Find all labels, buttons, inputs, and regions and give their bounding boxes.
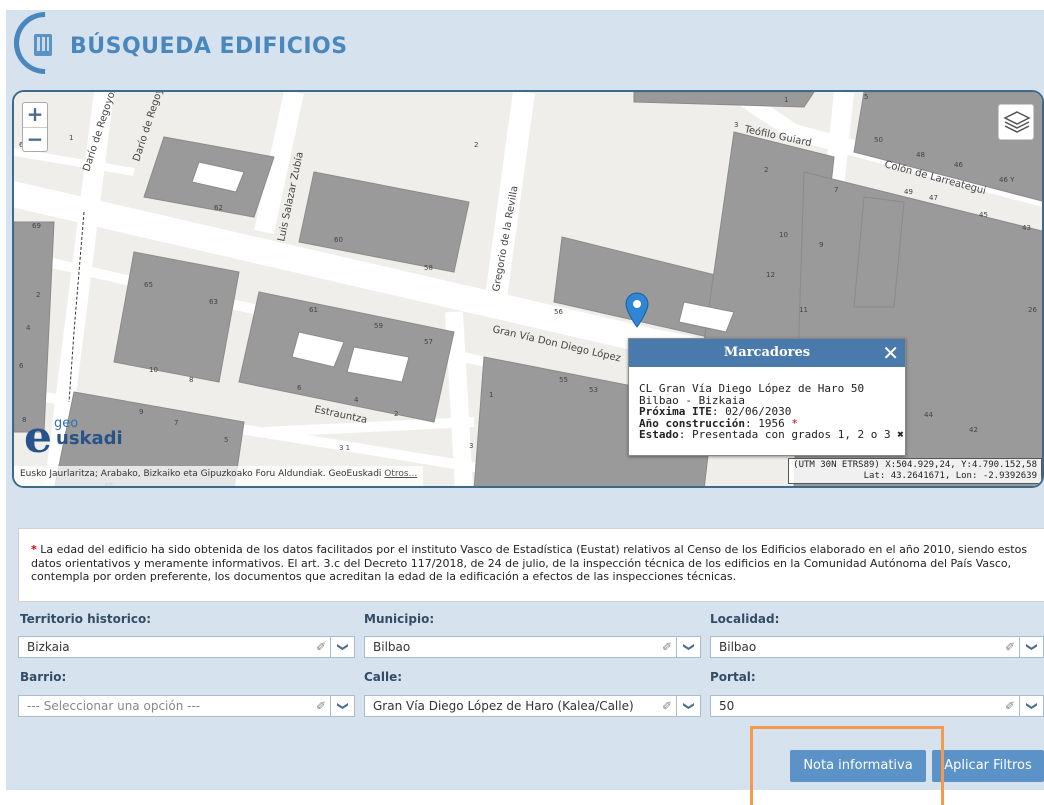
- coordinates-readout: (UTM 30N ETRS89) X:504.929,24, Y:4.790.1…: [788, 458, 1042, 484]
- svg-text:65: 65: [144, 281, 153, 289]
- svg-text:2: 2: [394, 410, 398, 418]
- svg-text:9: 9: [819, 241, 823, 249]
- svg-text:4: 4: [26, 324, 31, 332]
- svg-text:8: 8: [189, 376, 193, 384]
- eraser-icon[interactable]: ✐: [1005, 699, 1015, 713]
- svg-text:7: 7: [834, 186, 838, 194]
- eraser-icon[interactable]: ✐: [316, 699, 326, 713]
- popup-address: CL Gran Vía Diego López de Haro 50: [639, 382, 865, 395]
- svg-text:46: 46: [954, 161, 963, 169]
- svg-text:44: 44: [924, 411, 933, 419]
- svg-text:3: 3: [734, 121, 738, 129]
- svg-text:45: 45: [979, 211, 988, 219]
- municipio-select[interactable]: Bilbao ✐ ❯: [364, 636, 701, 658]
- popup-header: Marcadores ✕: [629, 339, 905, 367]
- chevron-down-icon[interactable]: ❯: [330, 696, 354, 716]
- popup-content: CL Gran Vía Diego López de Haro 50 Bilba…: [629, 367, 905, 447]
- close-icon[interactable]: ✕: [882, 339, 899, 367]
- svg-text:58: 58: [424, 264, 433, 272]
- svg-text:3: 3: [469, 442, 473, 450]
- building-icon: [34, 34, 52, 56]
- zoom-controls: + −: [22, 102, 48, 152]
- svg-text:63: 63: [209, 298, 218, 306]
- chevron-down-icon[interactable]: ❯: [1019, 637, 1043, 657]
- map-attribution: Eusko Jaurlaritza; Arabako, Bizkaiko eta…: [14, 466, 424, 486]
- barrio-select[interactable]: --- Seleccionar una opción --- ✐ ❯: [18, 695, 355, 717]
- nota-informativa-button[interactable]: Nota informativa: [790, 750, 926, 782]
- svg-text:6: 6: [19, 362, 24, 370]
- svg-text:53: 53: [589, 386, 598, 394]
- layers-icon: [1003, 111, 1031, 133]
- popup-state: Estado: Presentada con grados 1, 2 o 3 ✖: [639, 428, 904, 441]
- svg-text:6: 6: [297, 384, 302, 392]
- state-x-icon: ✖: [897, 428, 904, 441]
- calle-select[interactable]: Gran Vía Diego López de Haro (Kalea/Call…: [364, 695, 701, 717]
- chevron-down-icon[interactable]: ❯: [676, 696, 700, 716]
- note-text: La edad del edificio ha sido obtenida de…: [31, 543, 1028, 583]
- portal-label: Portal:: [710, 670, 756, 684]
- location-marker-icon[interactable]: [624, 292, 650, 328]
- svg-text:56: 56: [554, 308, 563, 316]
- eraser-icon[interactable]: ✐: [662, 640, 672, 654]
- portal-select[interactable]: 50 ✐ ❯: [710, 695, 1044, 717]
- marker-popup: Marcadores ✕ CL Gran Vía Diego López de …: [628, 338, 906, 456]
- svg-text:1: 1: [784, 96, 788, 104]
- svg-text:49: 49: [904, 188, 913, 196]
- svg-text:12: 12: [766, 271, 775, 279]
- svg-text:2: 2: [36, 291, 40, 299]
- svg-text:7: 7: [174, 419, 178, 427]
- localidad-label: Localidad:: [710, 612, 780, 626]
- svg-text:62: 62: [214, 204, 223, 212]
- svg-text:57: 57: [424, 338, 433, 346]
- geoeuskadi-logo: e geo uskadi: [24, 412, 123, 463]
- svg-text:1: 1: [489, 391, 493, 399]
- svg-text:42: 42: [969, 426, 978, 434]
- eraser-icon[interactable]: ✐: [316, 640, 326, 654]
- chevron-down-icon[interactable]: ❯: [676, 637, 700, 657]
- svg-text:9: 9: [139, 408, 143, 416]
- svg-text:55: 55: [559, 376, 568, 384]
- svg-text:50: 50: [874, 136, 883, 144]
- svg-text:3 1: 3 1: [339, 444, 350, 452]
- svg-text:11: 11: [799, 306, 808, 314]
- svg-text:4: 4: [354, 396, 359, 404]
- svg-text:47: 47: [929, 194, 938, 202]
- calle-label: Calle:: [364, 670, 403, 684]
- layers-button[interactable]: [998, 104, 1034, 140]
- svg-text:2: 2: [474, 141, 478, 149]
- svg-text:2: 2: [764, 166, 768, 174]
- svg-text:46 Y: 46 Y: [999, 176, 1015, 184]
- chevron-down-icon[interactable]: ❯: [1019, 696, 1043, 716]
- svg-text:5: 5: [864, 93, 868, 101]
- localidad-select[interactable]: Bilbao ✐ ❯: [710, 636, 1044, 658]
- attribution-more-link[interactable]: Otros...: [384, 469, 417, 479]
- municipio-label: Municipio:: [364, 612, 435, 626]
- chevron-down-icon[interactable]: ❯: [330, 637, 354, 657]
- svg-text:26: 26: [1028, 306, 1037, 314]
- eraser-icon[interactable]: ✐: [1005, 640, 1015, 654]
- svg-text:43: 43: [1022, 224, 1031, 232]
- aplicar-filtros-button[interactable]: Aplicar Filtros: [932, 750, 1044, 782]
- svg-text:48: 48: [916, 151, 925, 159]
- barrio-label: Barrio:: [20, 670, 67, 684]
- page-title: BÚSQUEDA EDIFICIOS: [70, 34, 348, 59]
- map-view[interactable]: Darío de Regoyos Darío de Regoyos Luis S…: [12, 90, 1044, 488]
- svg-text:59: 59: [374, 322, 383, 330]
- eraser-icon[interactable]: ✐: [662, 699, 672, 713]
- svg-text:10: 10: [149, 366, 158, 374]
- svg-text:1: 1: [69, 134, 73, 142]
- svg-text:5: 5: [224, 436, 228, 444]
- territorio-label: Territorio historico:: [20, 612, 152, 626]
- svg-text:10: 10: [779, 231, 788, 239]
- zoom-in-button[interactable]: +: [23, 103, 47, 127]
- zoom-out-button[interactable]: −: [23, 127, 47, 151]
- territorio-select[interactable]: Bizkaia ✐ ❯: [18, 636, 355, 658]
- svg-text:60: 60: [334, 236, 343, 244]
- popup-title: Marcadores: [723, 345, 811, 360]
- age-disclaimer-note: * La edad del edificio ha sido obtenida …: [18, 528, 1044, 602]
- svg-text:61: 61: [309, 306, 318, 314]
- svg-text:69: 69: [32, 222, 41, 230]
